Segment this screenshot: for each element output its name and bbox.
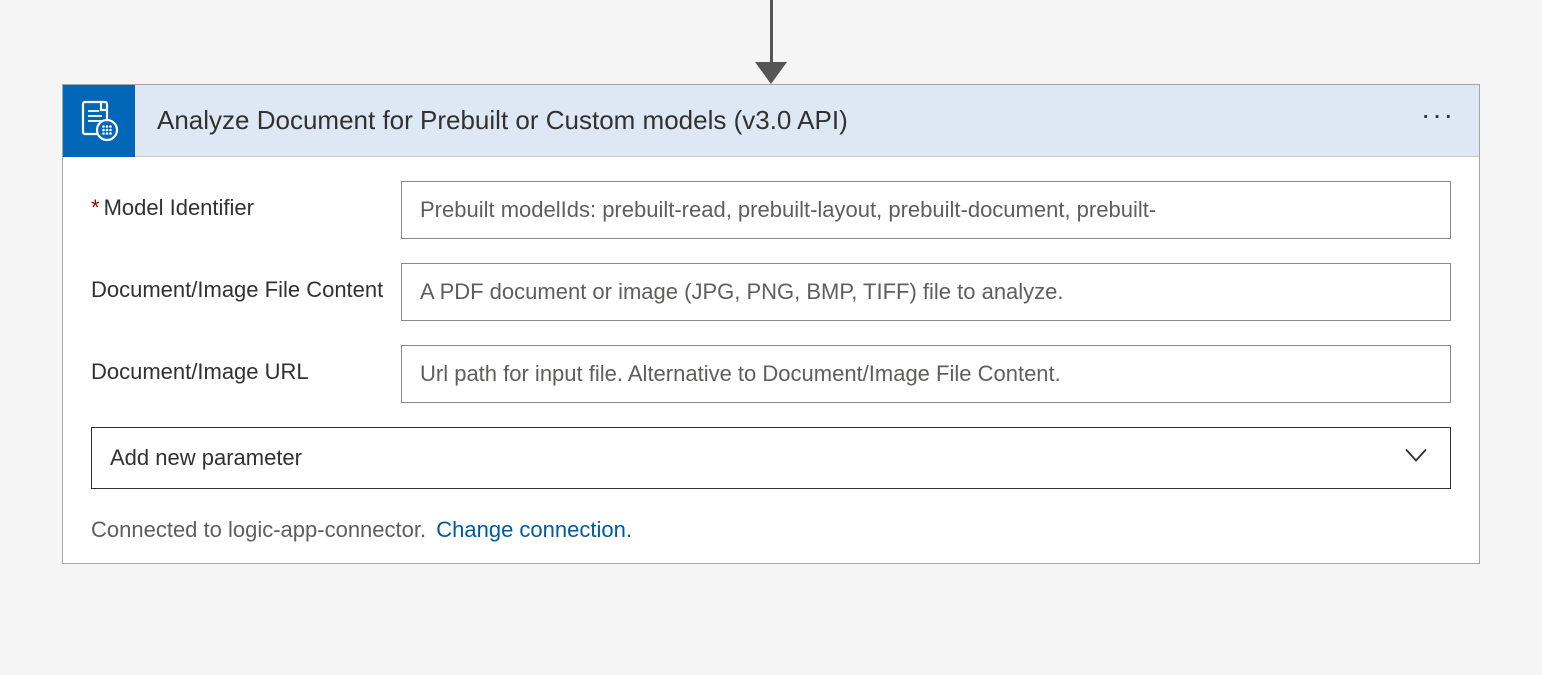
field-row-file-content: Document/Image File Content	[91, 263, 1451, 321]
model-identifier-input[interactable]	[401, 181, 1451, 239]
add-parameter-dropdown[interactable]: Add new parameter	[91, 427, 1451, 489]
more-options-button[interactable]: ···	[1421, 99, 1479, 131]
card-body: *Model Identifier Document/Image File Co…	[63, 157, 1479, 563]
action-card: Analyze Document for Prebuilt or Custom …	[62, 84, 1480, 564]
change-connection-link[interactable]: Change connection.	[436, 517, 632, 542]
connected-to-text: Connected to logic-app-connector.	[91, 517, 426, 542]
file-content-input[interactable]	[401, 263, 1451, 321]
field-row-image-url: Document/Image URL	[91, 345, 1451, 403]
image-url-input[interactable]	[401, 345, 1451, 403]
connection-footer: Connected to logic-app-connector. Change…	[91, 513, 1451, 543]
card-title: Analyze Document for Prebuilt or Custom …	[135, 105, 1421, 136]
file-content-label: Document/Image File Content	[91, 263, 401, 306]
form-recognizer-icon	[63, 85, 135, 157]
card-header[interactable]: Analyze Document for Prebuilt or Custom …	[63, 85, 1479, 157]
add-parameter-button[interactable]: Add new parameter	[91, 427, 1451, 489]
field-row-model-identifier: *Model Identifier	[91, 181, 1451, 239]
flow-arrow-connector	[751, 0, 791, 84]
image-url-label: Document/Image URL	[91, 345, 401, 388]
required-indicator: *	[91, 195, 100, 220]
model-identifier-label: *Model Identifier	[91, 181, 401, 224]
